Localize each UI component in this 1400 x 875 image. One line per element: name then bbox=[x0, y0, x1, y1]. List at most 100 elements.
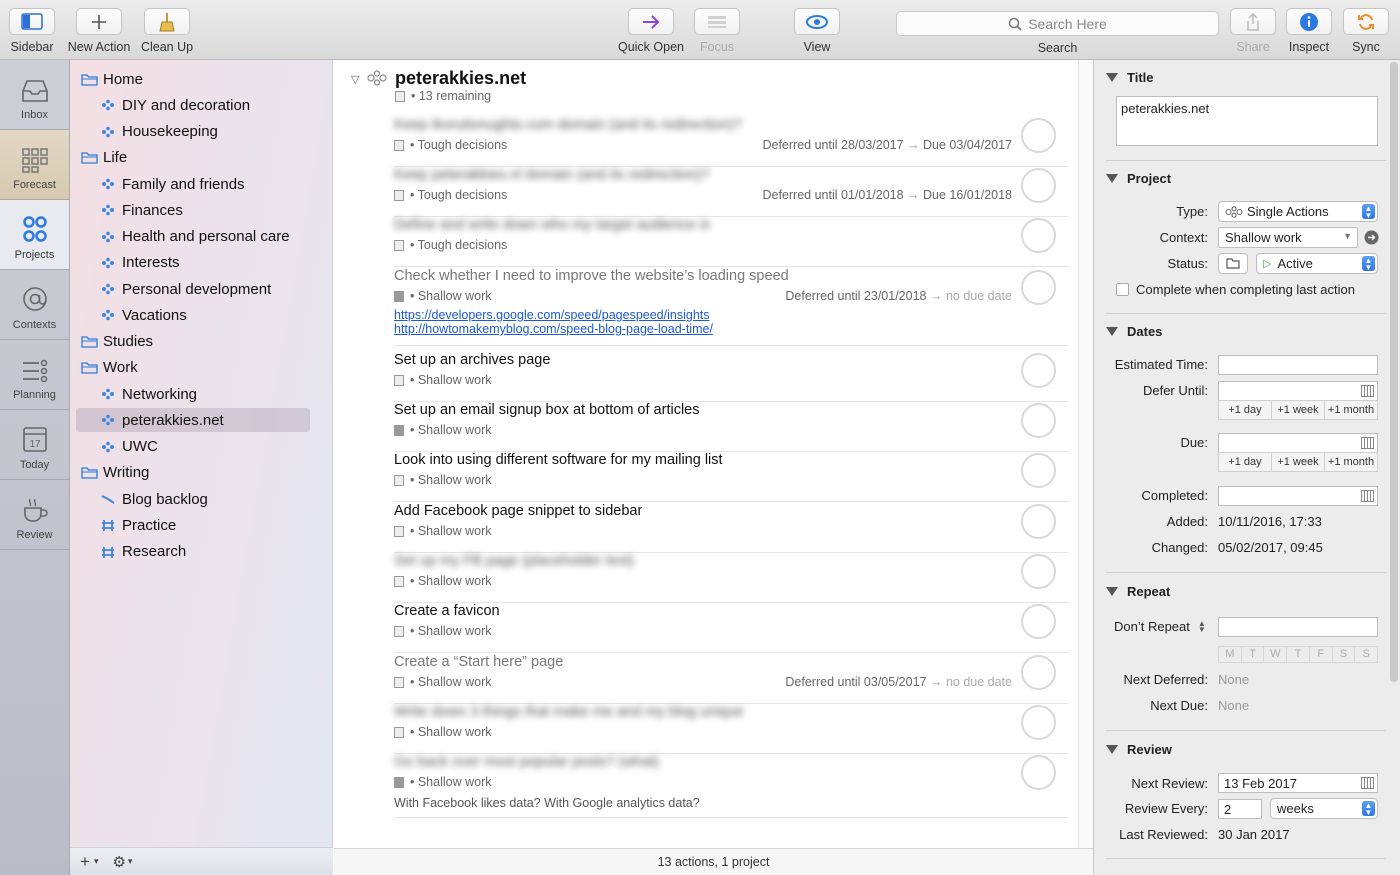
status-circle-checkbox[interactable] bbox=[1021, 270, 1056, 305]
action-title[interactable]: Go back over most popular posts? (what) bbox=[394, 754, 659, 770]
defer-plus-1-day-button[interactable]: +1 day bbox=[1219, 401, 1272, 419]
weekday-button[interactable]: W bbox=[1264, 647, 1288, 662]
due-plus-1-week-button[interactable]: +1 week bbox=[1272, 453, 1325, 471]
sidebar-toggle-button[interactable]: Sidebar bbox=[9, 8, 55, 54]
defer-plus-1-month-button[interactable]: +1 month bbox=[1325, 401, 1377, 419]
weekday-button[interactable]: M bbox=[1219, 647, 1242, 662]
calendar-icon[interactable] bbox=[1361, 437, 1374, 449]
status-circle-checkbox[interactable] bbox=[1021, 604, 1056, 639]
status-circle-checkbox[interactable] bbox=[1021, 218, 1056, 253]
review-unit-popup[interactable]: weeks ▲ ▼ bbox=[1270, 798, 1378, 819]
inspector-scrollbar[interactable] bbox=[1390, 62, 1398, 682]
sidebar-folder-home[interactable]: Home bbox=[76, 67, 310, 91]
action-title[interactable]: Create a favicon bbox=[394, 603, 500, 619]
sidebar-project-housekeeping[interactable]: Housekeeping bbox=[76, 120, 310, 144]
rail-inbox[interactable]: Inbox bbox=[0, 60, 69, 130]
action-title[interactable]: Create a “Start here” page bbox=[394, 654, 563, 670]
note-link[interactable]: https://developers.google.com/speed/page… bbox=[394, 308, 710, 322]
weekday-button[interactable]: T bbox=[1242, 647, 1265, 662]
sidebar-folder-work[interactable]: Work bbox=[76, 356, 310, 380]
due-field[interactable] bbox=[1218, 433, 1378, 453]
title-section-header[interactable]: Title bbox=[1106, 70, 1154, 85]
rail-planning[interactable]: Planning bbox=[0, 340, 69, 410]
action-title[interactable]: Add Facebook page snippet to sidebar bbox=[394, 503, 642, 519]
due-plus-1-month-button[interactable]: +1 month bbox=[1325, 453, 1377, 471]
status-circle-checkbox[interactable] bbox=[1021, 655, 1056, 690]
status-popup[interactable]: ▷ Active ▲ ▼ bbox=[1256, 253, 1378, 274]
type-popup[interactable]: Single Actions ▲ ▼ bbox=[1218, 201, 1378, 222]
status-circle-checkbox[interactable] bbox=[1021, 453, 1056, 488]
rail-contexts[interactable]: Contexts bbox=[0, 270, 69, 340]
status-circle-checkbox[interactable] bbox=[1021, 554, 1056, 589]
sidebar-project-personal-development[interactable]: Personal development bbox=[76, 277, 310, 301]
action-row[interactable]: Define and write down who my target audi… bbox=[394, 217, 1069, 267]
action-title[interactable]: Define and write down who my target audi… bbox=[394, 217, 710, 233]
title-field[interactable]: peterakkies.net bbox=[1116, 96, 1378, 146]
status-circle-checkbox[interactable] bbox=[1021, 755, 1056, 790]
weekday-button[interactable]: T bbox=[1287, 647, 1310, 662]
sidebar-project-research[interactable]: Research bbox=[76, 540, 310, 564]
calendar-icon[interactable] bbox=[1361, 490, 1374, 502]
inspect-button[interactable]: Inspect bbox=[1286, 8, 1332, 54]
due-plus-1-day-button[interactable]: +1 day bbox=[1219, 453, 1272, 471]
action-row[interactable]: Create a favicon • Shallow work bbox=[394, 603, 1069, 653]
sidebar-project-networking[interactable]: Networking bbox=[76, 382, 310, 406]
sidebar-project-practice[interactable]: Practice bbox=[76, 513, 310, 537]
outline-scrollbar[interactable] bbox=[1078, 60, 1093, 848]
sync-button[interactable]: Sync bbox=[1343, 8, 1389, 54]
status-circle-checkbox[interactable] bbox=[1021, 403, 1056, 438]
sidebar-project-peterakkies-net[interactable]: peterakkies.net bbox=[76, 408, 310, 433]
rail-today[interactable]: 17 Today bbox=[0, 410, 69, 480]
action-title[interactable]: Write down 3 things that make me and my … bbox=[394, 704, 744, 720]
dates-section-header[interactable]: Dates bbox=[1106, 324, 1162, 339]
context-combo[interactable]: Shallow work ▼ bbox=[1218, 227, 1358, 248]
action-title[interactable]: Set up my FB page (placeholder text) bbox=[394, 553, 634, 569]
action-row[interactable]: Set up an archives page • Shallow work bbox=[394, 352, 1069, 402]
status-circle-checkbox[interactable] bbox=[1021, 353, 1056, 388]
new-action-button[interactable]: New Action bbox=[64, 8, 134, 54]
disclosure-triangle-icon[interactable]: ▽ bbox=[351, 73, 359, 86]
action-row[interactable]: Check whether I need to improve the webs… bbox=[394, 268, 1069, 346]
review-section-header[interactable]: Review bbox=[1106, 742, 1172, 757]
sidebar-project-blog-backlog[interactable]: Blog backlog bbox=[76, 487, 310, 511]
defer-until-field[interactable] bbox=[1218, 381, 1378, 401]
action-row[interactable]: Set up an email signup box at bottom of … bbox=[394, 402, 1069, 452]
sidebar-folder-studies[interactable]: Studies bbox=[76, 330, 310, 354]
sidebar-folder-life[interactable]: Life bbox=[76, 146, 310, 170]
sidebar-project-family-and-friends[interactable]: Family and friends bbox=[76, 172, 310, 196]
weekday-button[interactable]: F bbox=[1310, 647, 1333, 662]
defer-plus-1-week-button[interactable]: +1 week bbox=[1272, 401, 1325, 419]
sidebar-project-finances[interactable]: Finances bbox=[76, 198, 310, 222]
action-title[interactable]: Set up an email signup box at bottom of … bbox=[394, 402, 699, 418]
status-flag-button[interactable] bbox=[1218, 253, 1248, 274]
focus-button[interactable]: Focus bbox=[694, 8, 740, 54]
action-title[interactable]: Check whether I need to improve the webs… bbox=[394, 268, 789, 284]
status-circle-checkbox[interactable] bbox=[1021, 705, 1056, 740]
view-button[interactable]: View bbox=[794, 8, 840, 54]
action-row[interactable]: Look into using different software for m… bbox=[394, 452, 1069, 502]
completed-field[interactable] bbox=[1218, 486, 1378, 506]
calendar-icon[interactable] bbox=[1361, 777, 1374, 789]
clean-up-button[interactable]: Clean Up bbox=[140, 8, 194, 54]
action-row[interactable]: Set up my FB page (placeholder text) • Sh… bbox=[394, 553, 1069, 603]
sidebar-project-interests[interactable]: Interests bbox=[76, 251, 310, 275]
next-review-field[interactable]: 13 Feb 2017 bbox=[1218, 773, 1378, 793]
weekday-button[interactable]: S bbox=[1333, 647, 1356, 662]
action-title[interactable]: Keep peterakkies.nl domain (and its redi… bbox=[394, 167, 709, 183]
rail-forecast[interactable]: Forecast bbox=[0, 130, 69, 200]
status-circle-checkbox[interactable] bbox=[1021, 118, 1056, 153]
action-title[interactable]: Keep ikoruitonughts.com domain (and its … bbox=[394, 117, 741, 133]
sidebar-project-vacations[interactable]: Vacations bbox=[76, 303, 310, 327]
sidebar-project-health-and-personal-care[interactable]: Health and personal care bbox=[76, 225, 310, 249]
estimated-time-field[interactable] bbox=[1218, 355, 1378, 375]
review-every-field[interactable]: 2 bbox=[1218, 799, 1262, 819]
action-title[interactable]: Look into using different software for m… bbox=[394, 452, 723, 468]
project-section-header[interactable]: Project bbox=[1106, 171, 1171, 186]
repeat-interval-field[interactable] bbox=[1218, 617, 1378, 637]
sidebar-project-uwc[interactable]: UWC bbox=[76, 435, 310, 459]
action-row[interactable]: Keep ikoruitonughts.com domain (and its … bbox=[394, 117, 1069, 167]
calendar-icon[interactable] bbox=[1361, 385, 1374, 397]
sidebar-folder-writing[interactable]: Writing bbox=[76, 461, 310, 485]
share-button[interactable]: Share bbox=[1230, 8, 1276, 54]
repeat-popup[interactable]: Don’t Repeat ▲ ▼ bbox=[1114, 619, 1206, 634]
